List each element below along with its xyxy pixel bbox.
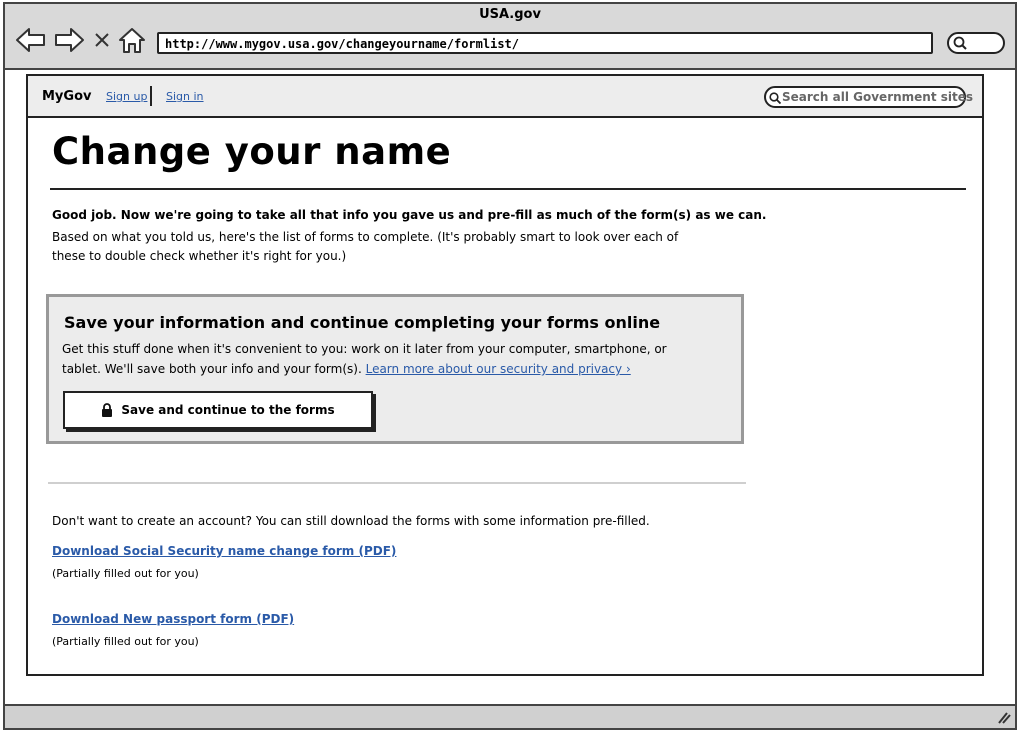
window-title: USA.gov bbox=[479, 7, 541, 22]
save-button-label: Save and continue to the forms bbox=[121, 403, 335, 417]
search-icon bbox=[953, 36, 967, 50]
home-icon[interactable] bbox=[117, 26, 147, 54]
browser-titlebar: USA.gov http://www.mygov.usa.gov/changey… bbox=[5, 4, 1015, 70]
section-divider bbox=[48, 482, 746, 484]
intro-bold-text: Good job. Now we're going to take all th… bbox=[52, 208, 767, 222]
search-icon bbox=[769, 92, 781, 104]
page-title: Change your name bbox=[52, 130, 452, 173]
save-info-panel: Save your information and continue compl… bbox=[46, 294, 744, 444]
back-arrow-icon[interactable] bbox=[15, 26, 47, 54]
download-ssa-note: (Partially filled out for you) bbox=[52, 567, 199, 580]
download-ssa-form-link[interactable]: Download Social Security name change for… bbox=[52, 544, 396, 558]
site-search-input[interactable]: Search all Government sites bbox=[764, 86, 973, 108]
browser-statusbar bbox=[5, 704, 1015, 728]
sign-in-link[interactable]: Sign in bbox=[166, 90, 204, 103]
site-search-placeholder: Search all Government sites bbox=[782, 90, 974, 104]
save-panel-text: Get this stuff done when it's convenient… bbox=[62, 339, 702, 379]
resize-grip-icon[interactable] bbox=[995, 710, 1011, 724]
no-account-text: Don't want to create an account? You can… bbox=[52, 514, 650, 528]
forward-arrow-icon[interactable] bbox=[53, 26, 85, 54]
close-x-icon[interactable] bbox=[91, 26, 113, 54]
download-passport-note: (Partially filled out for you) bbox=[52, 635, 199, 648]
page-container: MyGov Sign up Sign in Search all Governm… bbox=[26, 74, 984, 676]
download-passport-form-link[interactable]: Download New passport form (PDF) bbox=[52, 612, 294, 626]
top-navigation: MyGov Sign up Sign in Search all Governm… bbox=[28, 76, 982, 118]
sign-up-link[interactable]: Sign up bbox=[106, 90, 147, 103]
brand-logo[interactable]: MyGov bbox=[42, 89, 92, 104]
save-and-continue-button[interactable]: Save and continue to the forms bbox=[63, 391, 373, 429]
title-divider bbox=[50, 188, 966, 190]
save-panel-heading: Save your information and continue compl… bbox=[64, 313, 661, 332]
nav-divider bbox=[150, 86, 152, 106]
url-bar[interactable]: http://www.mygov.usa.gov/changeyourname/… bbox=[157, 32, 933, 54]
browser-search-field[interactable] bbox=[947, 32, 1005, 54]
security-privacy-link[interactable]: Learn more about our security and privac… bbox=[366, 362, 631, 376]
intro-text: Based on what you told us, here's the li… bbox=[52, 230, 679, 263]
lock-icon bbox=[102, 403, 113, 417]
